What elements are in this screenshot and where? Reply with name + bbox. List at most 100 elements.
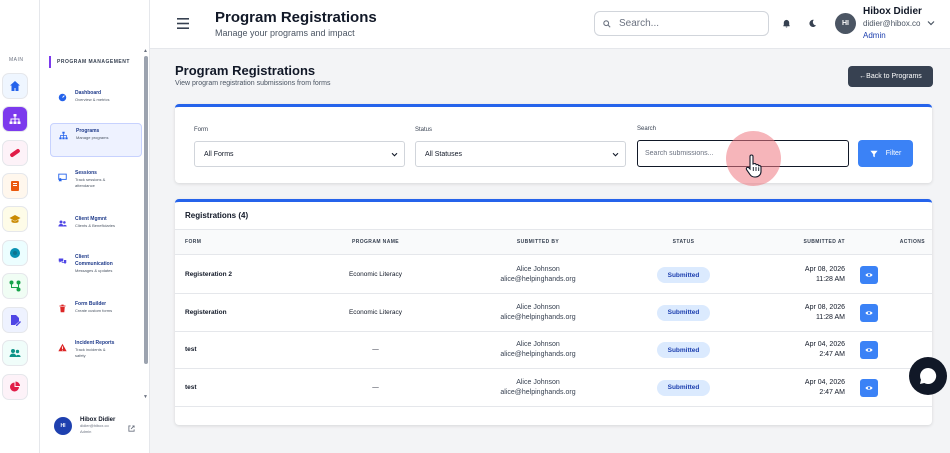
sidebar-user[interactable]: HI Hibox Didier didier@hibox.co Admin — [54, 417, 115, 435]
table-row: Registeration Economic Literacy Alice John… — [175, 294, 932, 332]
bandage-icon — [10, 148, 20, 158]
chalkboard-icon — [58, 173, 67, 182]
sidebar-item-form-builder[interactable]: Form Builder Create custom forms — [50, 297, 142, 318]
form-filter-value: All Forms — [204, 150, 234, 158]
graduation-cap-icon — [9, 215, 21, 223]
rail-item-book[interactable] — [2, 173, 28, 199]
sidebar-item-desc: safety — [75, 353, 86, 358]
column-header-program-name: PROGRAM NAME — [351, 239, 400, 245]
gauge-icon — [58, 93, 67, 102]
sidebar-item-programs[interactable]: Programs Manage programs — [50, 123, 142, 157]
header-user-email: didier@hibox.co — [863, 19, 921, 28]
global-search — [594, 11, 769, 36]
table-row: test — Alice Johnson alice@helpinghands.org… — [175, 331, 932, 369]
cell-submitted-at: Apr 04, 2026 2:47 AM — [765, 378, 845, 398]
sidebar-item-dashboard[interactable]: Dashboard Overview & metrics — [50, 86, 142, 107]
submitted-date: Apr 08, 2026 — [804, 266, 845, 273]
registrations-table-card: Registrations (4) FORM PROGRAM NAME SUBM… — [175, 199, 932, 425]
sidebar-item-title: Client — [75, 254, 89, 260]
submitter-email: alice@helpinghands.org — [500, 276, 576, 283]
search-filter-label: Search — [637, 126, 657, 132]
view-submission-button[interactable] — [860, 303, 878, 322]
filter-button[interactable]: Filter — [858, 140, 913, 167]
bell-icon[interactable] — [782, 19, 791, 28]
table-row: Registeration 2 Economic Literacy Alice Jo… — [175, 256, 932, 294]
sidebar-item-title: Sessions — [75, 170, 97, 176]
form-filter-label: Form — [194, 127, 208, 133]
sidebar-item-client-mgmnt[interactable]: Client Mgmnt Clients & Beneficiaries — [50, 212, 142, 233]
cell-submitted-by: Alice Johnson alice@helpinghands.org — [475, 340, 601, 360]
sidebar-user-role: Admin — [80, 429, 92, 434]
sidebar-item-desc: Clients & Beneficiaries — [75, 223, 116, 228]
eye-icon — [865, 310, 873, 315]
status-filter-label: Status — [415, 127, 433, 133]
back-to-programs-button[interactable]: ←Back to Programs — [848, 66, 933, 87]
rail-item-sitemap[interactable] — [2, 106, 28, 132]
submitted-time: 11:28 AM — [815, 313, 845, 321]
chevron-down-icon — [612, 152, 619, 157]
chevron-down-icon — [391, 152, 398, 157]
cell-program-name: — — [372, 346, 379, 353]
submitter-name: Alice Johnson — [516, 266, 560, 273]
form-filter-select[interactable]: All Forms — [194, 141, 405, 167]
rail-item-pie-chart[interactable] — [2, 374, 28, 400]
eye-icon — [865, 273, 873, 277]
sidebar-scrollbar[interactable] — [144, 56, 148, 364]
file-edit-icon — [11, 315, 21, 326]
rail-item-circle-dot[interactable] — [2, 240, 28, 266]
trash-icon — [59, 304, 66, 313]
view-submission-button[interactable] — [860, 266, 878, 284]
status-badge: Submitted — [657, 304, 710, 321]
page-title: Program Registrations — [175, 63, 316, 78]
scroll-down-arrow-icon[interactable]: ▼ — [143, 394, 148, 400]
icon-rail: MAIN — [0, 0, 40, 453]
header-avatar[interactable]: HI — [835, 13, 856, 34]
header-user-name[interactable]: Hibox Didier — [863, 6, 922, 17]
status-badge: Submitted — [657, 342, 710, 358]
moon-icon[interactable] — [808, 19, 817, 28]
submitted-time: 2:47 AM — [819, 351, 845, 358]
network-icon — [9, 280, 21, 292]
rail-item-graduation-cap[interactable] — [2, 206, 28, 232]
column-header-status: STATUS — [672, 239, 695, 245]
rail-item-bandage[interactable] — [2, 140, 28, 166]
cell-program-name: Economic Literacy — [348, 308, 403, 316]
hand-cursor-icon — [745, 154, 762, 178]
rail-item-users[interactable] — [2, 340, 28, 366]
users-icon — [9, 349, 21, 357]
view-submission-button[interactable] — [860, 341, 878, 359]
submitted-time: 11:28 AM — [815, 276, 845, 283]
sidebar-item-title: Dashboard — [75, 90, 102, 96]
chevron-down-icon[interactable] — [927, 20, 935, 26]
sidebar-item-client[interactable]: Client Communication Messages & updates — [50, 250, 142, 278]
rail-item-network[interactable] — [2, 273, 28, 299]
column-header-form: FORM — [185, 239, 202, 245]
submitter-email: alice@helpinghands.org — [500, 388, 576, 396]
view-submission-button[interactable] — [860, 378, 878, 397]
submitter-name: Alice Johnson — [516, 303, 560, 311]
page-subtitle: View program registration submissions fr… — [175, 80, 331, 87]
global-search-input[interactable] — [619, 18, 759, 29]
chat-launcher-button[interactable] — [909, 357, 947, 395]
cell-submitted-by: Alice Johnson alice@helpinghands.org — [475, 303, 601, 323]
cell-submitted-at: Apr 08, 2026 11:28 AM — [765, 303, 845, 323]
submitter-name: Alice Johnson — [516, 341, 560, 348]
scroll-up-arrow-icon[interactable]: ▲ — [143, 48, 148, 54]
book-icon — [11, 181, 19, 191]
sidebar-item-title: Incident Reports — [75, 340, 115, 346]
rail-item-file-edit[interactable] — [2, 307, 28, 333]
hamburger-menu-icon[interactable] — [177, 18, 189, 29]
cell-form: test — [185, 346, 197, 353]
column-header-actions: ACTIONS — [899, 239, 925, 245]
status-filter-select[interactable]: All Statuses — [415, 141, 626, 167]
sidebar-item-incident-reports[interactable]: Incident Reports Track incidents & safety — [50, 336, 142, 363]
cell-form: Registeration 2 — [185, 271, 232, 278]
submitted-date: Apr 04, 2026 — [804, 378, 845, 386]
rail-item-home[interactable] — [2, 73, 28, 99]
rail-section-label: MAIN — [9, 57, 24, 63]
sidebar-item-sessions[interactable]: Sessions Track sessions & attendance — [50, 166, 142, 193]
circle-dot-icon — [10, 248, 20, 258]
search-icon — [603, 19, 611, 28]
submitted-date: Apr 08, 2026 — [804, 303, 845, 311]
external-link-icon[interactable] — [128, 425, 135, 432]
